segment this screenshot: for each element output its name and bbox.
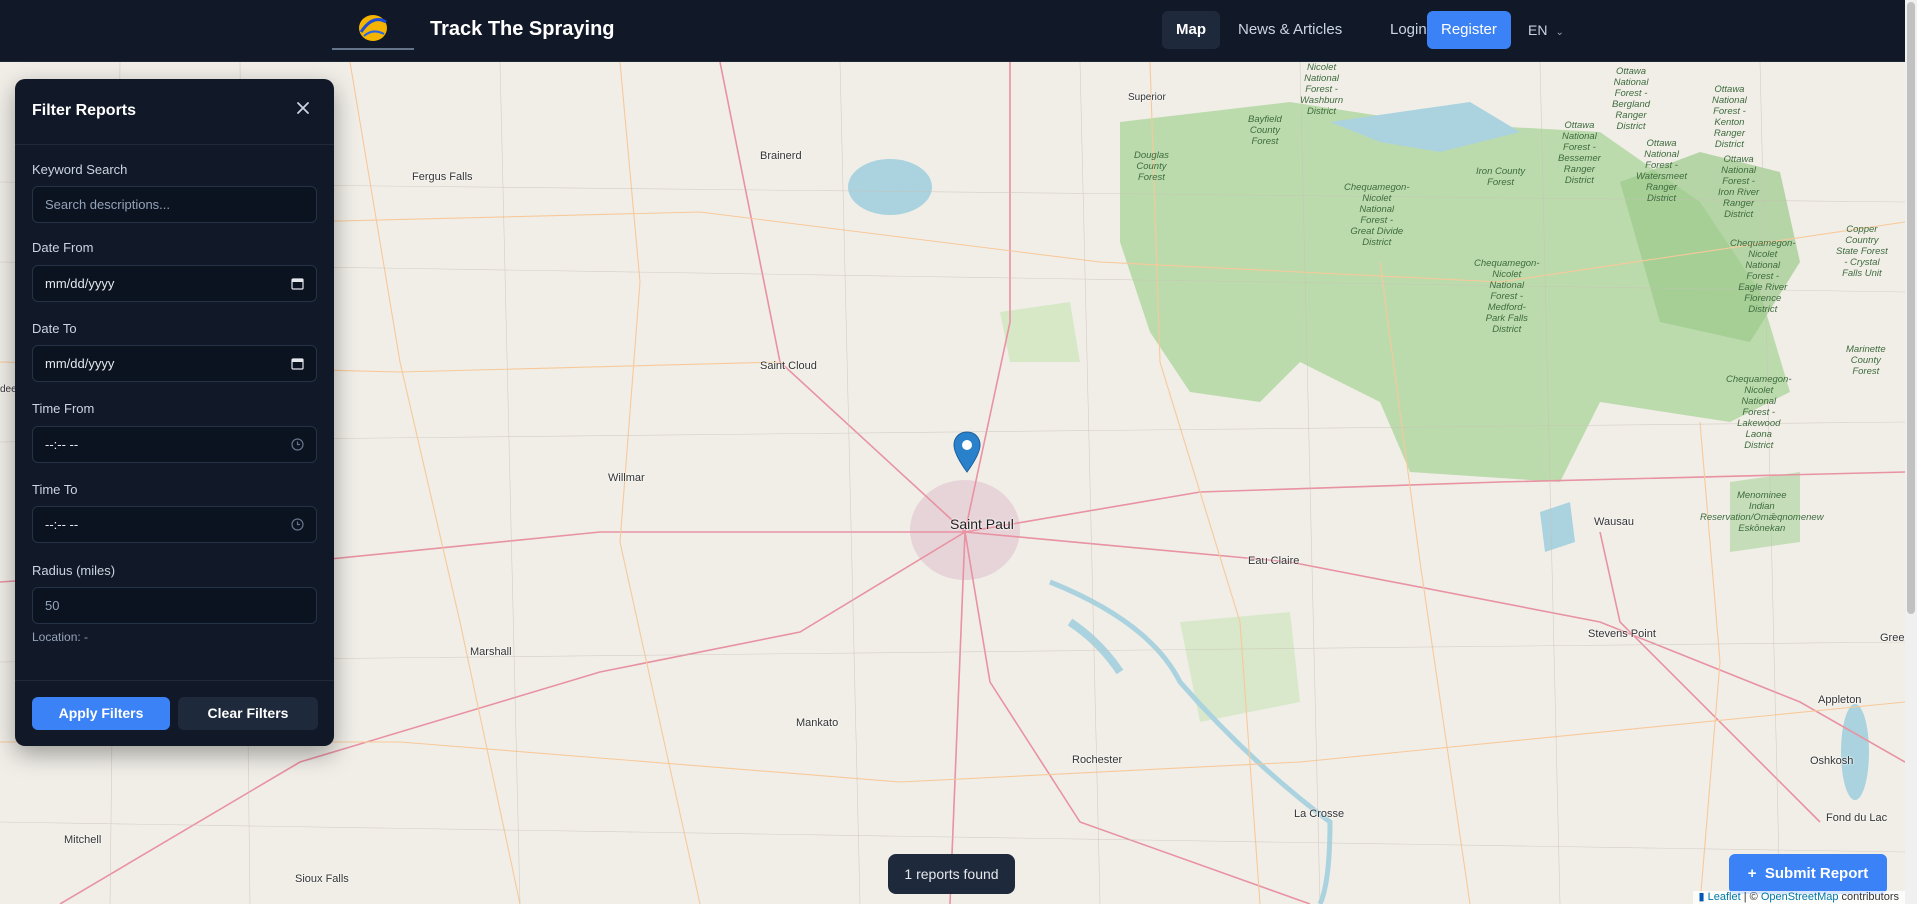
forest-label: Copper Country State Forest - Crystal Fa… [1836,224,1888,279]
register-button[interactable]: Register [1427,11,1511,49]
forest-label: Bayfield County Forest [1248,114,1282,147]
forest-label: Menominee Indian Reservation/Omǣqnomenew… [1700,490,1824,534]
time-to-value: --:-- -- [45,517,79,532]
place-label: Eau Claire [1248,555,1300,567]
place-label: Sioux Falls [295,873,349,885]
clear-filters-button[interactable]: Clear Filters [178,697,318,730]
clock-icon[interactable] [291,518,304,531]
nav-news-articles[interactable]: News & Articles [1224,11,1356,49]
time-from-input[interactable]: --:-- -- [32,426,317,463]
place-label: Brainerd [760,150,802,162]
filter-panel-title: Filter Reports [32,102,137,119]
place-label: Oshkosh [1810,755,1854,767]
forest-label: Ottawa National Forest - Bessemer Ranger… [1558,120,1601,186]
chevron-down-icon: ⌄ [1555,27,1564,38]
time-from-value: --:-- -- [45,437,79,452]
close-icon[interactable] [294,99,312,117]
clock-icon[interactable] [291,438,304,451]
time-to-label: Time To [32,482,78,497]
brand-title[interactable]: Track The Spraying [430,18,615,41]
forest-label: Chequamegon- Nicolet National Forest - L… [1726,374,1792,451]
date-from-input[interactable]: mm/dd/yyyy [32,265,317,302]
reports-count-badge: 1 reports found [888,854,1015,894]
filter-panel-footer: Apply Filters Clear Filters [15,680,334,746]
place-label: Gree [1880,632,1905,644]
radius-input[interactable]: 50 [32,587,317,624]
place-label: Marshall [470,646,512,658]
forest-label: Chequamegon- Nicolet National Forest - G… [1344,182,1410,248]
nav-map[interactable]: Map [1162,11,1220,49]
submit-report-label: Submit Report [1764,865,1869,882]
apply-filters-button[interactable]: Apply Filters [32,697,170,730]
osm-link[interactable]: OpenStreetMap [1761,891,1839,903]
calendar-icon[interactable] [291,277,304,290]
forest-label: Ottawa National Forest - Bergland Ranger… [1612,66,1651,132]
plus-icon: + [1747,865,1765,882]
time-from-label: Time From [32,401,95,416]
scrollbar-thumb[interactable] [1907,2,1915,614]
place-label: Saint Cloud [760,360,817,372]
place-label: Willmar [608,472,645,484]
place-label: Rochester [1072,754,1123,766]
place-label: Wausau [1594,516,1634,528]
forest-label: Ottawa National Forest - Kenton Ranger D… [1712,84,1747,150]
attribution-sep: | © [1740,891,1761,903]
time-to-input[interactable]: --:-- -- [32,506,317,543]
filter-panel-header: Filter Reports [15,79,334,145]
forest-label: Marinette County Forest [1846,344,1886,377]
date-to-label: Date To [32,321,77,336]
date-from-label: Date From [32,240,94,255]
place-label: Fond du Lac [1826,812,1888,824]
map-attribution: ▮ Leaflet | © OpenStreetMap contributors [1692,891,1905,904]
place-label: Stevens Point [1588,628,1656,640]
date-from-value: mm/dd/yyyy [45,276,115,291]
date-to-input[interactable]: mm/dd/yyyy [32,345,317,382]
forest-label: Nicolet National Forest - Washburn Distr… [1300,62,1344,117]
language-label: EN [1528,22,1548,38]
place-label: Saint Paul [950,516,1014,532]
leaflet-link[interactable]: Leaflet [1708,891,1741,903]
top-navbar: Track The Spraying Map News & Articles L… [0,0,1917,62]
place-label: Mankato [796,717,839,729]
forest-label: Iron County Forest [1476,166,1526,188]
place-label: Mitchell [64,834,102,846]
filter-panel: Filter Reports Keyword Search Search des… [15,79,334,746]
place-label: La Crosse [1294,808,1345,820]
keyword-label: Keyword Search [32,162,128,177]
logo-icon[interactable] [326,8,420,52]
submit-report-button[interactable]: + Submit Report [1729,854,1887,894]
attribution-tail: contributors [1838,891,1899,903]
location-text: Location: - [32,630,89,644]
forest-label: Chequamegon- Nicolet National Forest - M… [1474,258,1540,335]
forest-label: Chequamegon- Nicolet National Forest - E… [1730,238,1796,315]
calendar-icon[interactable] [291,357,304,370]
place-label: Fergus Falls [412,171,473,183]
flag-icon: ▮ [1698,891,1705,903]
page-scrollbar[interactable] [1905,0,1917,904]
place-label: Appleton [1818,694,1862,706]
radius-label: Radius (miles) [32,563,116,578]
forest-label: Ottawa National Forest - Iron River Rang… [1718,154,1760,220]
forest-label: Douglas County Forest [1134,150,1169,183]
date-to-value: mm/dd/yyyy [45,356,115,371]
place-label: Superior [1128,92,1166,103]
map-marker-icon[interactable] [953,431,981,473]
language-selector[interactable]: EN ⌄ [1514,11,1578,49]
keyword-search-input[interactable]: Search descriptions... [32,186,317,223]
forest-label: Ottawa National Forest - Watersmeet Rang… [1636,138,1688,204]
